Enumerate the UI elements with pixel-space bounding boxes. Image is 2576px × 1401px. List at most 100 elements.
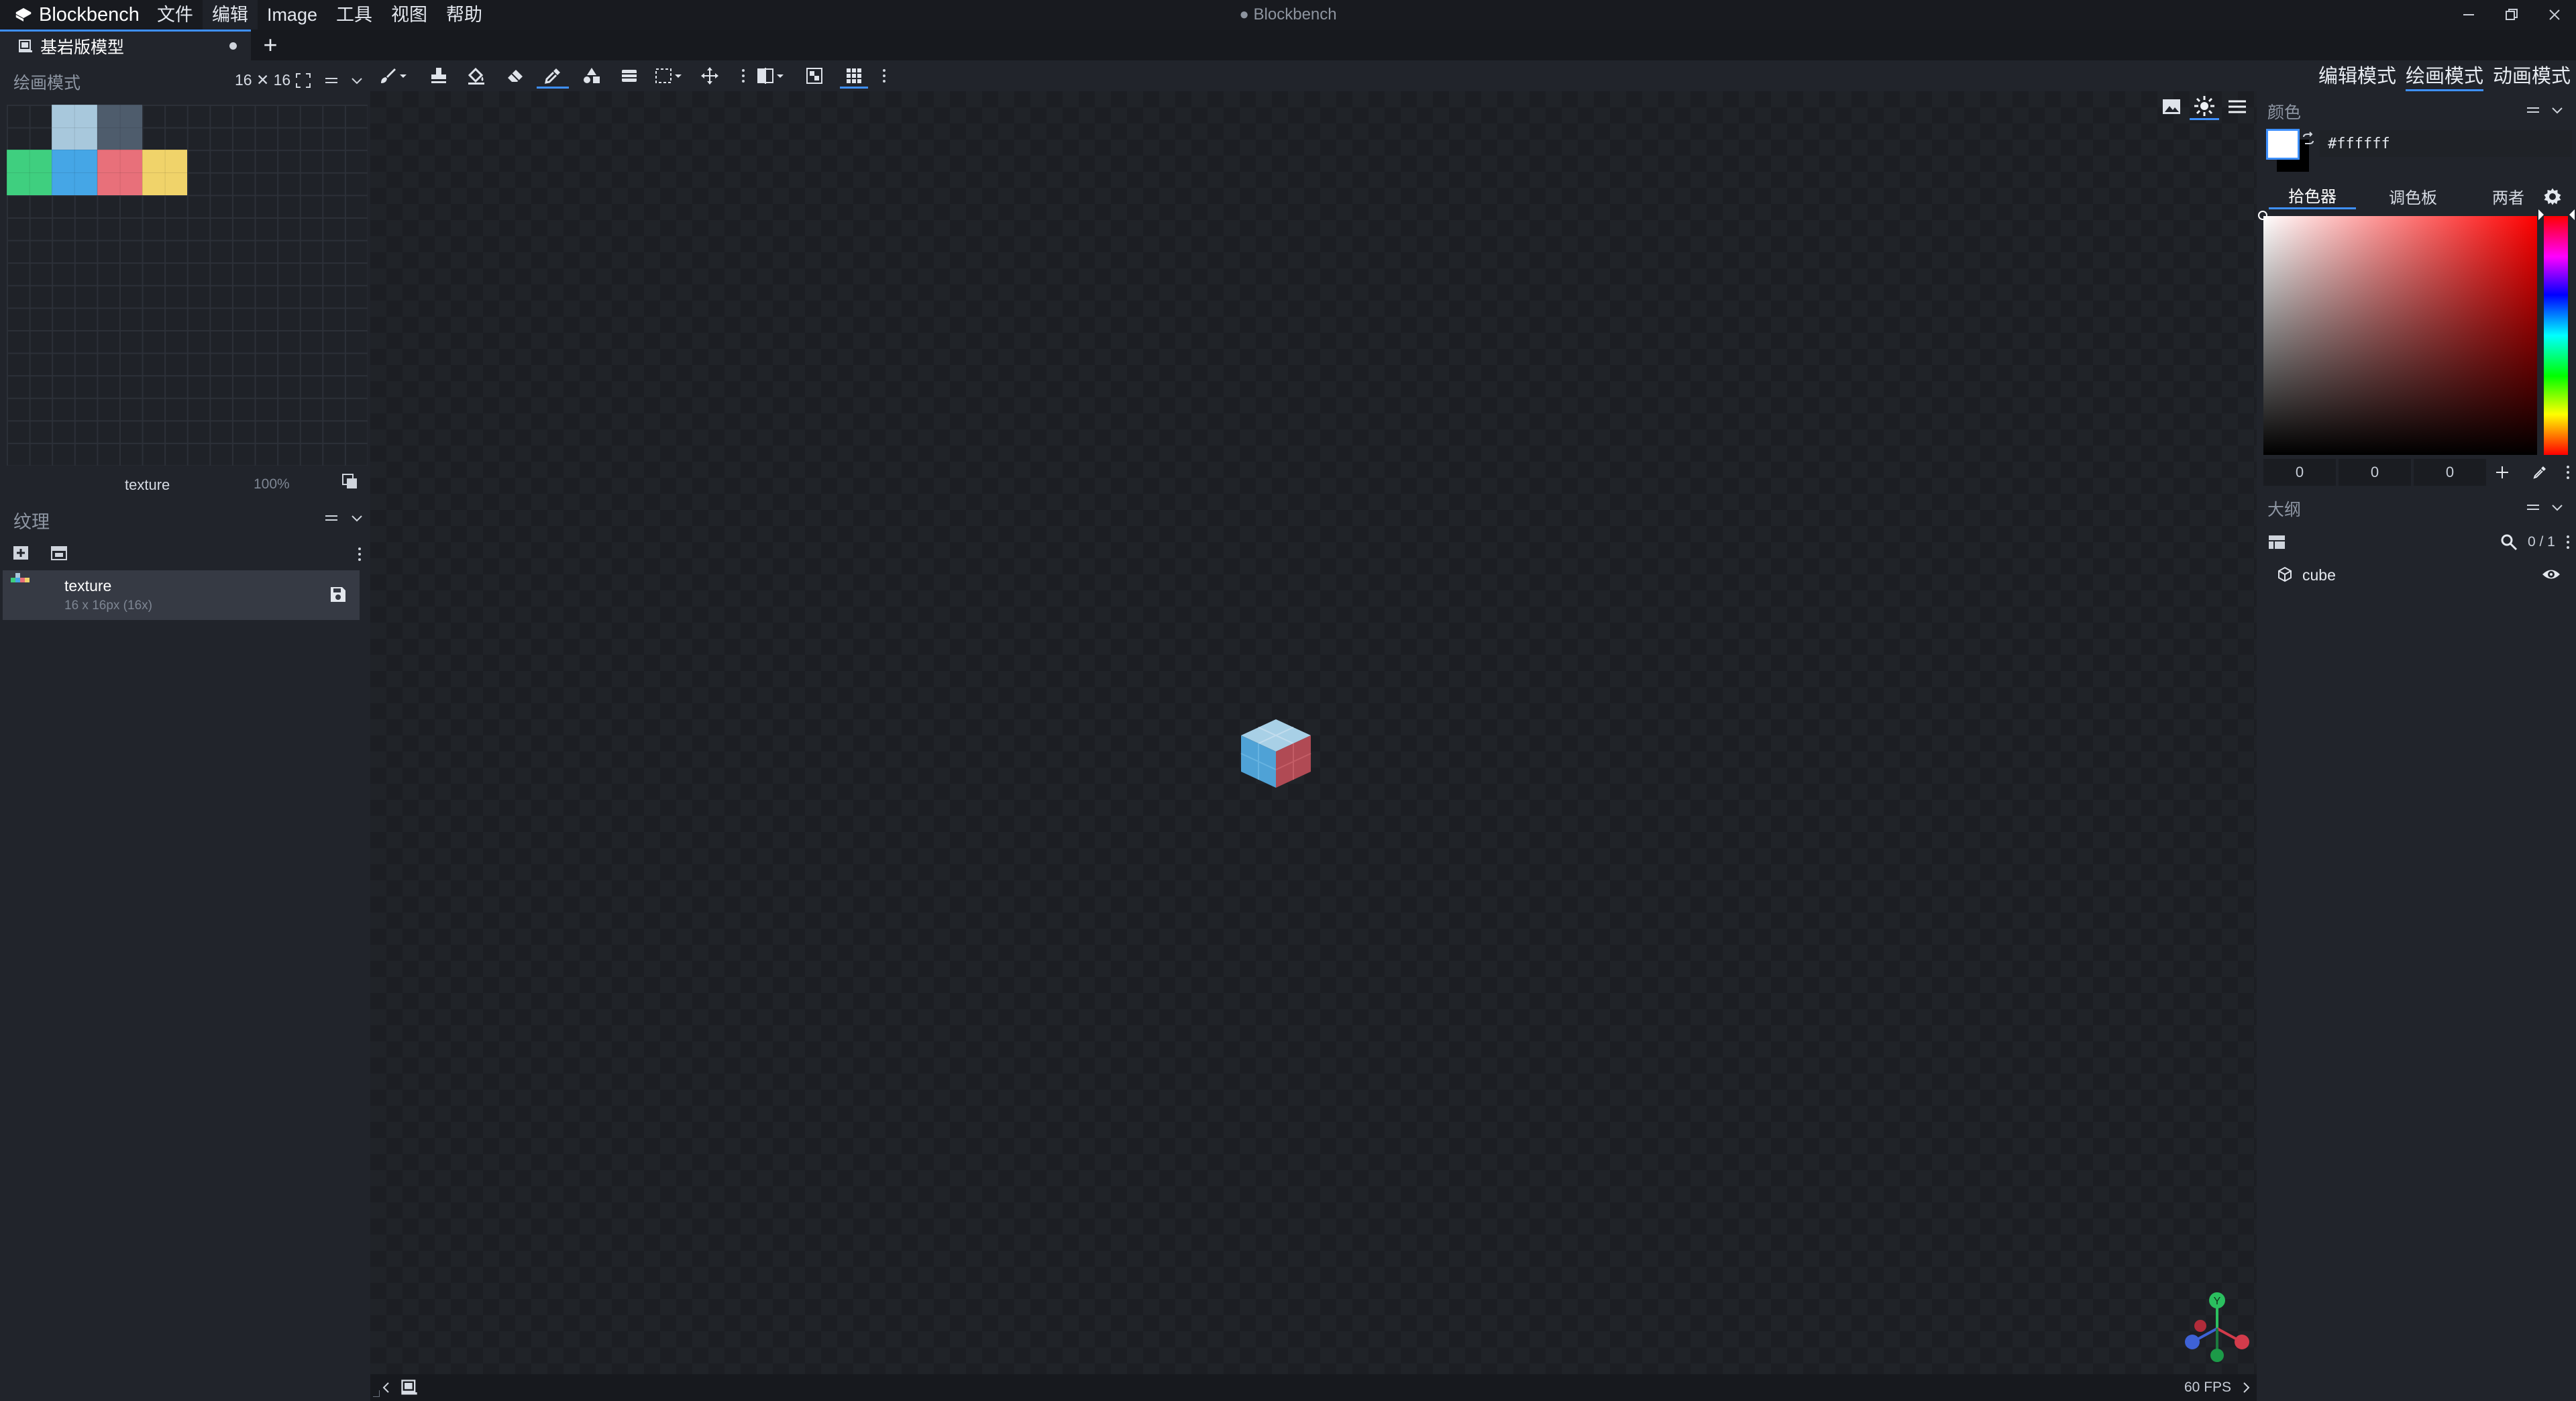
image-view-icon[interactable] [2160, 95, 2183, 118]
cube-model[interactable] [1237, 717, 1315, 790]
close-button[interactable] [2533, 0, 2576, 30]
outliner-item-cube[interactable]: cube [2257, 561, 2576, 588]
texture-pixel [7, 150, 52, 172]
picker-handle[interactable] [2258, 211, 2267, 220]
chevron-down-icon[interactable] [349, 72, 365, 89]
more-vertical-icon[interactable] [881, 68, 887, 84]
more-vertical-icon[interactable] [741, 68, 746, 84]
chevron-down-icon[interactable] [2549, 499, 2565, 515]
collapse-lines-icon[interactable] [323, 510, 339, 526]
3d-viewport[interactable]: Y [370, 91, 2257, 1374]
minimize-button[interactable] [2447, 0, 2490, 30]
rgb-inputs: 0 0 0 [2263, 459, 2576, 486]
tab-palette[interactable]: 调色板 [2369, 183, 2457, 209]
pixel-grid-toggle[interactable] [837, 60, 871, 91]
eye-visibility-icon[interactable] [2541, 565, 2561, 584]
mirror-tool[interactable] [750, 60, 790, 91]
mirror-icon [757, 68, 773, 84]
add-group-icon[interactable] [2267, 533, 2286, 552]
swap-colors-icon[interactable] [2301, 132, 2316, 146]
menu-tools[interactable]: 工具 [327, 0, 382, 30]
menu-file[interactable]: 文件 [148, 0, 203, 30]
hue-slider-handle[interactable] [2538, 207, 2575, 223]
textures-panel-title: 纹理 [13, 512, 50, 532]
paint-mode-tab[interactable]: 绘画模式 [2405, 60, 2484, 91]
cube-icon [2278, 566, 2292, 582]
texture-list-item[interactable]: texture 16 x 16px (16x) [3, 570, 360, 620]
tab-bedrock-model[interactable]: 基岩版模型 [0, 30, 251, 60]
brush-tool[interactable] [374, 60, 412, 91]
color-picker-tool[interactable] [534, 60, 572, 91]
outliner-item-label: cube [2302, 566, 2336, 584]
menu-help[interactable]: 帮助 [437, 0, 492, 30]
model-file-icon[interactable] [400, 1378, 419, 1397]
add-texture-icon[interactable] [12, 543, 31, 562]
tab-color-picker[interactable]: 拾色器 [2269, 183, 2356, 209]
brush-icon [381, 68, 396, 83]
copy-icon[interactable] [341, 472, 360, 491]
chevron-down-icon[interactable] [349, 510, 365, 526]
stamp-tool[interactable] [424, 60, 453, 91]
plus-label: + [263, 31, 278, 58]
axis-gizmo[interactable]: Y [2182, 1291, 2253, 1363]
hue-slider[interactable] [2544, 216, 2568, 455]
primary-color-swatch[interactable] [2266, 129, 2300, 160]
texture-overlay-toggle[interactable] [800, 60, 829, 91]
eraser-tool[interactable] [500, 60, 530, 91]
texture-pixel [142, 150, 187, 172]
collapse-lines-icon[interactable] [2525, 499, 2541, 515]
menu-view[interactable]: 视图 [382, 0, 437, 30]
hex-color-input[interactable]: #ffffff [2320, 130, 2572, 157]
collapse-lines-icon[interactable] [323, 72, 339, 89]
outliner-count: 0 / 1 [2528, 534, 2555, 550]
gear-icon[interactable] [2542, 187, 2563, 207]
chevron-down-icon[interactable] [2549, 102, 2565, 118]
more-vertical-icon[interactable] [357, 546, 362, 562]
fill-tool[interactable] [462, 60, 491, 91]
uv-zoom-label: 100% [254, 476, 290, 492]
unsaved-dot-icon[interactable] [229, 42, 237, 50]
status-bar: 60 FPS [370, 1374, 2257, 1401]
texture-pixel [97, 127, 142, 150]
more-vertical-icon[interactable] [2565, 534, 2571, 550]
right-sidebar: 颜色 #ffffff 拾色器 调色板 两者 0 0 0 大纲 0 / 1 cub… [2257, 60, 2576, 1401]
restore-button[interactable] [2490, 0, 2533, 30]
search-icon[interactable] [2500, 533, 2518, 552]
selection-tool[interactable] [649, 60, 687, 91]
more-vertical-icon[interactable] [2565, 464, 2571, 480]
paint-toolbar [370, 60, 2257, 91]
saturation-value-picker[interactable] [2263, 216, 2537, 455]
blue-input[interactable]: 0 [2414, 459, 2486, 486]
shape-tool[interactable] [577, 60, 606, 91]
add-color-icon[interactable] [2494, 464, 2510, 480]
texture-pixel [7, 172, 52, 195]
chevron-right-icon[interactable] [2238, 1380, 2254, 1396]
new-tab-button[interactable]: + [255, 30, 286, 60]
edit-mode-tab[interactable]: 编辑模式 [2318, 60, 2396, 91]
chevron-left-icon[interactable] [378, 1380, 394, 1396]
eyedropper-icon[interactable] [2532, 464, 2548, 480]
lighting-sun-icon[interactable] [2192, 94, 2216, 118]
green-input[interactable]: 0 [2339, 459, 2411, 486]
menu-lines-icon[interactable] [2226, 95, 2249, 118]
restore-icon [2506, 9, 2518, 20]
fullscreen-icon[interactable] [295, 72, 311, 89]
grid-icon [847, 68, 861, 83]
minimize-icon [2463, 14, 2474, 15]
import-texture-icon[interactable] [50, 543, 68, 562]
paint-bucket-icon [468, 67, 484, 85]
move-tool[interactable] [695, 60, 724, 91]
collapse-lines-icon[interactable] [2525, 102, 2541, 118]
tab-both[interactable]: 两者 [2471, 183, 2545, 209]
save-icon[interactable] [329, 585, 347, 604]
menu-image[interactable]: Image [258, 0, 327, 30]
red-input[interactable]: 0 [2263, 459, 2336, 486]
uv-size-label: 16 ✕ 16 [235, 71, 291, 89]
texture-thumbnail [11, 573, 30, 582]
gradient-tool[interactable] [614, 60, 644, 91]
texture-pixel [52, 172, 97, 195]
uv-editor-canvas[interactable] [7, 105, 368, 466]
animate-mode-tab[interactable]: 动画模式 [2493, 60, 2571, 91]
menu-edit[interactable]: 编辑 [202, 0, 258, 30]
lighting-active-indicator [2190, 118, 2219, 120]
